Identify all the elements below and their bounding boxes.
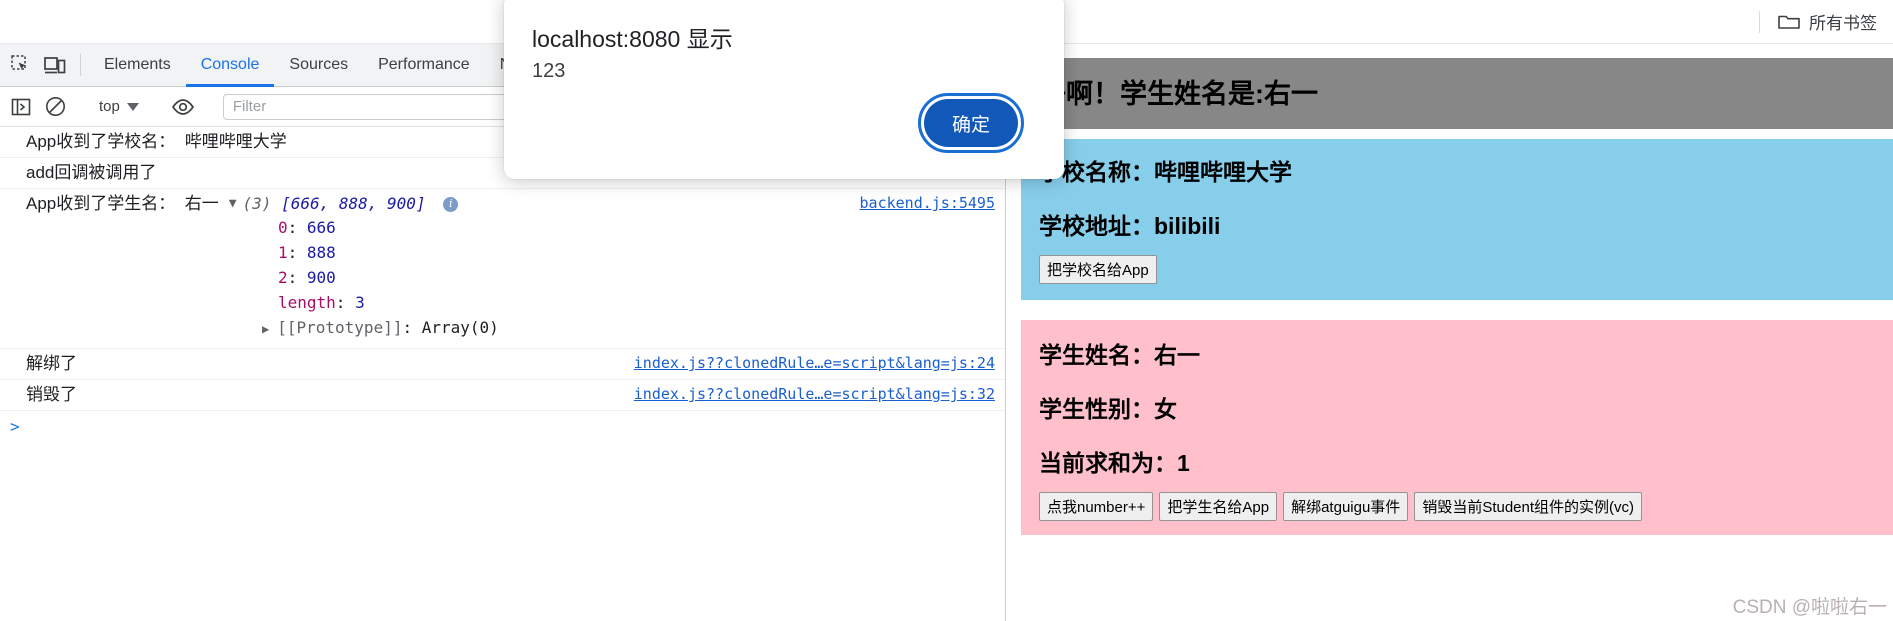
chevron-down-icon [126,102,139,111]
clear-console-icon[interactable] [38,96,72,117]
expand-triangle-icon[interactable]: ▼ [229,193,237,215]
array-length-value: 3 [355,293,365,312]
tab-elements[interactable]: Elements [89,44,186,86]
app-header-text: 子啊！学生姓名是:右一 [1039,79,1318,109]
console-source-link[interactable]: backend.js:5495 [860,194,995,212]
array-entry-2: 2: 900 [278,268,336,287]
console-source-link[interactable]: index.js??clonedRule…e=script&lang=js:24 [634,354,995,372]
prompt-caret-icon: > [10,417,20,436]
bookmark-divider [1759,10,1760,33]
info-icon[interactable]: i [443,196,459,212]
student-sum-line: 当前求和为：1 [1039,450,1190,476]
array-entry-key: 1 [278,243,288,262]
prototype-value: Array(0) [421,318,499,337]
console-array-prototype[interactable]: ▶ [[Prototype]]: Array(0) [26,315,499,342]
app-preview-pane: 子啊！学生姓名是:右一 学校名称：哔哩哔哩大学 学校地址：bilibili 把学… [1007,44,1893,621]
console-array-preview: (3) [666, 888, 900] i [243,193,459,215]
send-school-name-button[interactable]: 把学校名给App [1039,255,1157,284]
array-entry-value: 666 [306,218,336,237]
console-array-header[interactable]: App收到了学生名： 右一 ▼ (3) [666, 888, 900] i [26,193,459,215]
tab-performance-label: Performance [378,56,470,73]
array-entry-key: 0 [278,218,288,237]
console-log-area[interactable]: App收到了学校名： 哔哩哔哩大学 add回调被调用了 App收到了学生名： 右… [0,127,1005,621]
array-entry-value: 888 [306,243,336,262]
tabbar-divider [80,54,81,76]
student-name-line: 学生姓名：右一 [1039,342,1200,368]
tab-console[interactable]: Console [185,44,275,87]
console-row-destroy[interactable]: 销毁了 index.js??clonedRule…e=script&lang=j… [0,380,1005,411]
tab-performance[interactable]: Performance [363,44,485,86]
console-source-link[interactable]: index.js??clonedRule…e=script&lang=js:32 [634,385,995,403]
school-section: 学校名称：哔哩哔哩大学 学校地址：bilibili 把学校名给App [1021,139,1893,300]
student-section: 学生姓名：右一 学生性别：女 当前求和为：1 点我number++ 把学生名给A… [1021,320,1893,535]
console-message: 销毁了 [26,385,77,404]
school-name-line: 学校名称：哔哩哔哩大学 [1039,159,1292,185]
console-message: App收到了学校名： 哔哩哔哩大学 [26,132,287,151]
console-row-unbind[interactable]: 解绑了 index.js??clonedRule…e=script&lang=j… [0,349,1005,380]
console-array-entries: 0: 666 1: 888 2: 900 length: 3 [26,215,365,315]
console-context-label: top [99,98,120,115]
array-length-entry: length: 3 [278,293,365,312]
prototype-key: [[Prototype]] [277,318,403,337]
send-student-name-button[interactable]: 把学生名给App [1159,492,1278,521]
array-entry-0: 0: 666 [278,218,336,237]
student-button-row: 点我number++ 把学生名给App 解绑atguigu事件 销毁当前Stud… [1039,492,1875,521]
app-content: 子啊！学生姓名是:右一 学校名称：哔哩哔哩大学 学校地址：bilibili 把学… [1007,44,1893,535]
dialog-ok-wrapper: 确定 [918,93,1024,153]
destroy-student-instance-button[interactable]: 销毁当前Student组件的实例(vc) [1414,492,1643,521]
array-count: (3) [242,194,272,213]
expand-prototype-triangle-icon[interactable]: ▶ [262,322,269,336]
watermark: CSDN @啦啦右一 [1732,597,1887,618]
console-context-selector[interactable]: top [89,98,149,115]
dialog-title: localhost:8080 显示 [532,26,733,52]
inspect-element-icon[interactable] [4,44,38,86]
tab-sources-label: Sources [289,56,349,73]
screenshot-root: 所有书签 Elements Console Sources Performanc… [0,0,1893,621]
console-message: App收到了学生名： 右一 [26,194,219,213]
array-entry-value: 900 [306,268,336,287]
console-sidebar-icon[interactable] [4,97,38,117]
bookmark-all-bookmarks[interactable]: 所有书签 [1778,9,1877,34]
folder-icon [1778,13,1800,30]
increment-number-button[interactable]: 点我number++ [1039,492,1154,521]
array-length-key: length [278,293,336,312]
tab-sources[interactable]: Sources [274,44,363,86]
console-row-student-name[interactable]: App收到了学生名： 右一 ▼ (3) [666, 888, 900] i 0:… [0,189,1005,349]
device-toolbar-icon[interactable] [38,44,72,86]
array-entry-1: 1: 888 [278,243,336,262]
dialog-message: 123 [532,60,566,82]
console-message: add回调被调用了 [26,163,157,182]
app-header-section: 子啊！学生姓名是:右一 [1021,58,1893,129]
school-address-line: 学校地址：bilibili [1039,213,1221,239]
array-preview-values: [666, 888, 900] [281,194,426,213]
bookmark-all-bookmarks-label: 所有书签 [1809,14,1877,33]
javascript-alert-dialog: localhost:8080 显示 123 确定 [504,0,1064,179]
student-gender-line: 学生性别：女 [1039,396,1177,422]
tab-elements-label: Elements [104,56,171,73]
console-input-prompt[interactable]: > [0,411,1005,442]
dialog-ok-button[interactable]: 确定 [918,93,1024,153]
live-expression-eye-icon[interactable] [166,98,200,116]
tab-console-label: Console [200,56,260,73]
array-entry-key: 2 [278,268,288,287]
console-message: 解绑了 [26,354,77,373]
unbind-atguigu-event-button[interactable]: 解绑atguigu事件 [1283,492,1409,521]
